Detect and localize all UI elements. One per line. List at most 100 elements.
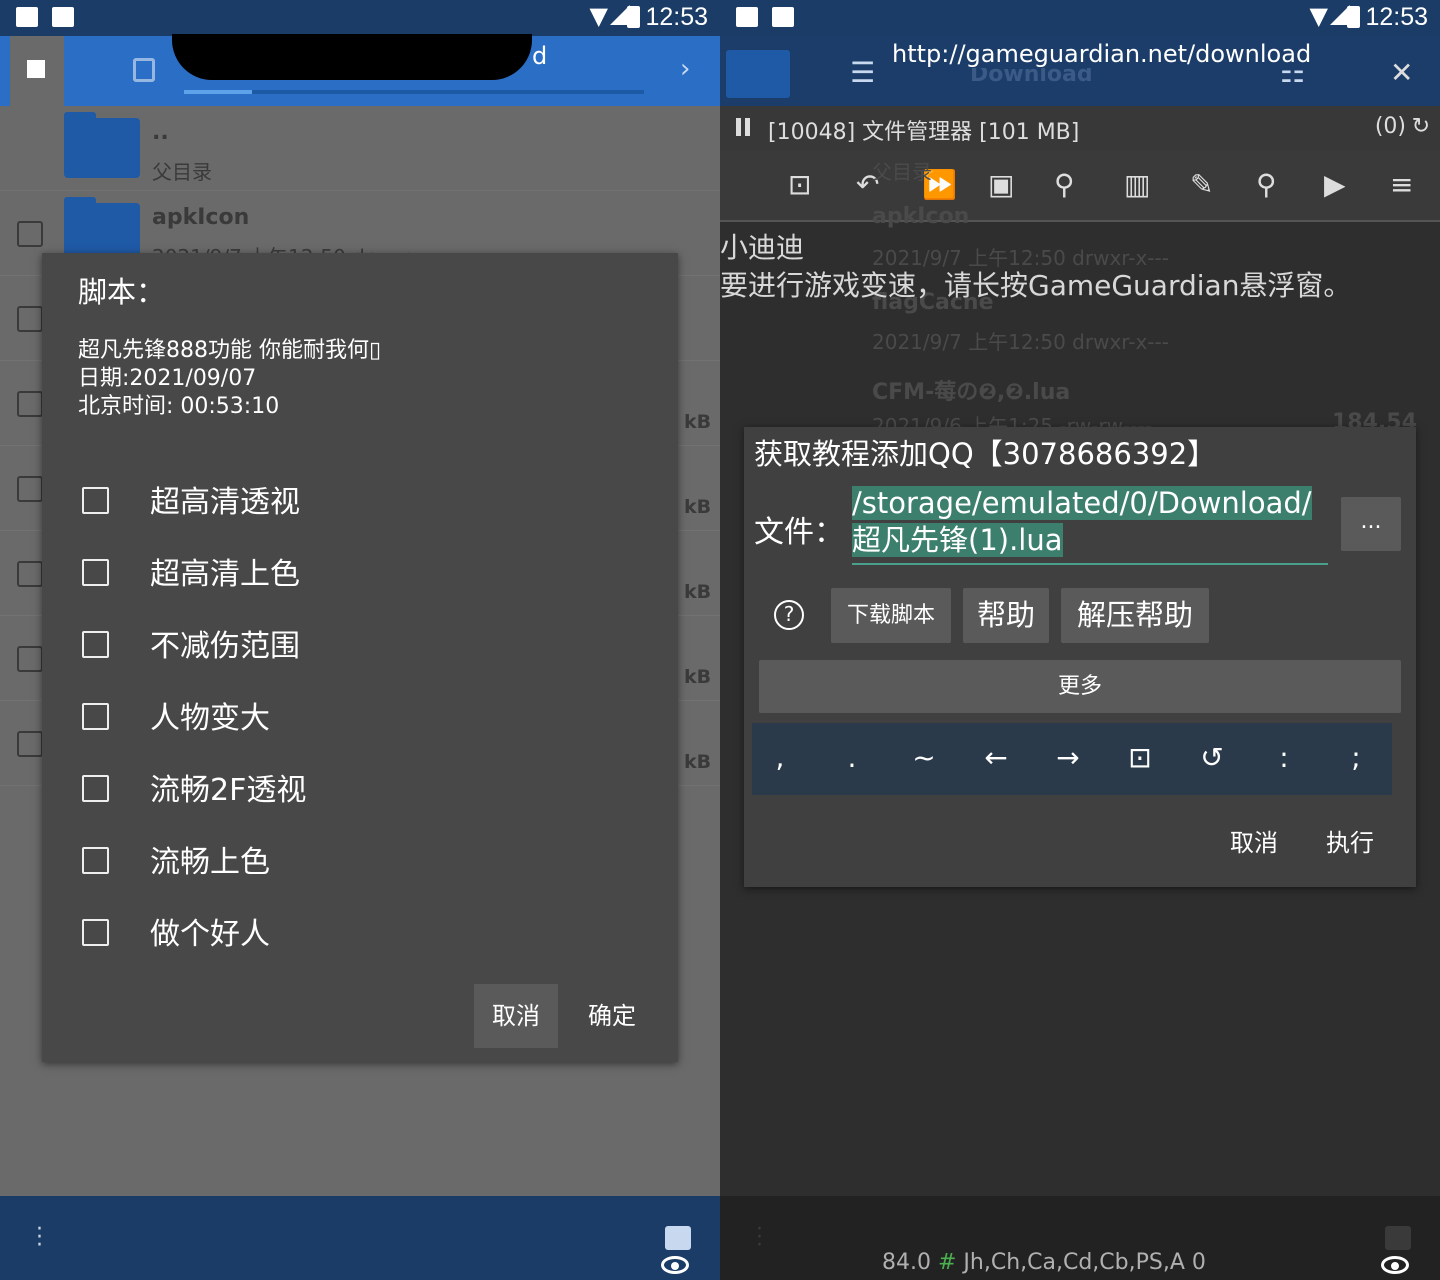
row-checkbox[interactable] [17,306,43,332]
row-checkbox[interactable] [17,731,43,757]
history-icon[interactable]: ↺ [1182,741,1242,774]
path-suffix: d [532,42,548,70]
save-icon[interactable]: ▣ [988,168,1014,201]
refresh-icon[interactable]: ↻ [1412,114,1430,139]
bg-file-meta: 2021/9/7 上午12:50 drwxr-x--- [872,330,1169,354]
checkbox[interactable] [82,847,109,874]
key-period[interactable]: . [822,741,882,774]
row-checkbox[interactable] [17,391,43,417]
app-notification-icon [772,7,794,27]
folder-icon[interactable] [726,50,790,98]
cancel-button[interactable]: 取消 [1230,823,1278,858]
file-size: kB [684,496,712,518]
option-checkbox[interactable]: 超高清上色 [82,549,642,599]
file-row-parent[interactable]: .. 父目录 [0,106,720,191]
menu-icon[interactable]: ≡ [1390,168,1413,201]
file-label: 文件： [754,515,844,550]
redacted-path [172,34,532,80]
option-checkbox[interactable]: 人物变大 [82,693,642,743]
eye-icon[interactable] [1381,1256,1409,1274]
option-checkbox[interactable]: 不减伤范围 [82,621,642,671]
download-script-button[interactable]: 下载脚本 [831,588,951,643]
select-all-icon[interactable]: ⊡ [1110,741,1170,774]
more-vert-icon[interactable]: · · · [36,1219,43,1257]
bottom-bar: · · · 84.0 # Jh,Ch,Ca,Cd,Cb,PS,A 0 [720,1196,1440,1280]
app-notification-icon [52,7,74,27]
file-size: kB [684,411,712,433]
search-icon[interactable]: ⚲ [1256,168,1277,201]
more-vert-icon[interactable]: · · · [756,1219,763,1257]
file-path-line: 超凡先锋(1).lua [852,523,1063,557]
cancel-button[interactable]: 取消 [474,984,558,1048]
key-colon[interactable]: : [1254,741,1314,774]
file-path-input[interactable]: /storage/emulated/0/Download/超凡先锋(1).lua [852,485,1328,565]
image-notification-icon [736,7,758,27]
toolbar: ⊡ ↶ ⏩ ▣ ⚲ ▥ ✎ ⚲ ▶ ≡ [720,150,1440,222]
image-notification-icon [16,7,38,27]
delete-icon[interactable]: ▥ [1124,168,1150,201]
execute-script-dialog: 获取教程添加QQ【3078686392】 文件： /storage/emulat… [744,427,1416,887]
lock-icon[interactable] [133,58,155,82]
file-size: kB [684,666,712,688]
row-checkbox[interactable] [17,221,43,247]
execute-button[interactable]: 执行 [1326,823,1374,858]
more-button[interactable]: 更多 [759,660,1401,713]
battery-icon [627,6,640,28]
edit-icon[interactable]: ✎ [1190,168,1213,201]
script-dialog: 脚本： 超凡先锋888功能 你能耐我何▯ 日期:2021/09/07 北京时间:… [42,253,678,1062]
chevron-right-icon[interactable]: › [680,54,690,84]
option-label: 超高清上色 [150,557,300,592]
folder-icon [64,112,140,178]
close-icon[interactable]: ✕ [1390,56,1413,89]
search-icon[interactable] [665,1226,691,1250]
process-bar[interactable]: [10048] 文件管理器 [101 MB] (0) ↻ [720,106,1440,150]
unzip-help-button[interactable]: 解压帮助 [1061,588,1209,643]
clock: 12:53 [645,3,708,31]
checkbox[interactable] [82,919,109,946]
option-checkbox[interactable]: 做个好人 [82,909,642,959]
arrow-left-icon[interactable]: ← [966,741,1026,774]
file-name: .. [152,120,169,145]
key-tilde[interactable]: ~ [894,741,954,774]
search-help-icon[interactable]: ⚲ [1054,168,1075,201]
browse-button[interactable]: ... [1341,497,1401,551]
option-label: 不减伤范围 [150,629,300,664]
option-label: 人物变大 [150,701,270,736]
help-icon[interactable]: ? [774,600,804,630]
select-icon[interactable]: ⊡ [788,168,811,201]
settings-sliders-icon[interactable]: ☰ [850,56,875,89]
ok-button[interactable]: 确定 [570,984,654,1048]
file-size: kB [684,751,712,773]
option-checkbox[interactable]: 流畅上色 [82,837,642,887]
arrow-right-icon[interactable]: → [1038,741,1098,774]
row-checkbox[interactable] [17,561,43,587]
checkbox[interactable] [82,487,109,514]
checkbox[interactable] [82,559,109,586]
option-label: 流畅上色 [150,845,270,880]
checkbox[interactable] [82,775,109,802]
option-checkbox[interactable]: 超高清透视 [82,477,642,527]
symbol-keyboard: , . ~ ← → ⊡ ↺ : ; [752,723,1392,795]
gg-top-bar: ☰ Download ☷ ✕ http://gameguardian.net/d… [720,36,1440,106]
memory-regions: Jh,Ch,Ca,Cd,Cb,PS,A 0 [963,1250,1206,1275]
checkbox[interactable] [82,631,109,658]
option-checkbox[interactable]: 流畅2F透视 [82,765,642,815]
key-comma[interactable]: , [750,741,810,774]
help-button[interactable]: 帮助 [963,588,1049,643]
speed-value: 84.0 [882,1250,931,1275]
search-icon[interactable] [1385,1226,1411,1250]
play-icon[interactable]: ▶ [1324,168,1346,201]
right-screen: ▼ 12:53 ☰ Download ☷ ✕ http://gameguardi… [720,0,1440,1280]
checkbox[interactable] [82,703,109,730]
dialog-title: 脚本： [78,275,166,309]
file-name: apkIcon [152,205,250,230]
row-checkbox[interactable] [17,646,43,672]
pause-icon[interactable] [736,118,754,136]
row-checkbox[interactable] [17,476,43,502]
script-info: 超凡先锋888功能 你能耐我何▯ 日期:2021/09/07 北京时间: 00:… [78,338,382,419]
key-semicolon[interactable]: ; [1326,741,1386,774]
bottom-bar: · · · [0,1196,720,1280]
stop-button[interactable] [10,36,64,106]
toast-title: 小迪迪 [720,231,805,264]
eye-icon[interactable] [661,1256,689,1274]
